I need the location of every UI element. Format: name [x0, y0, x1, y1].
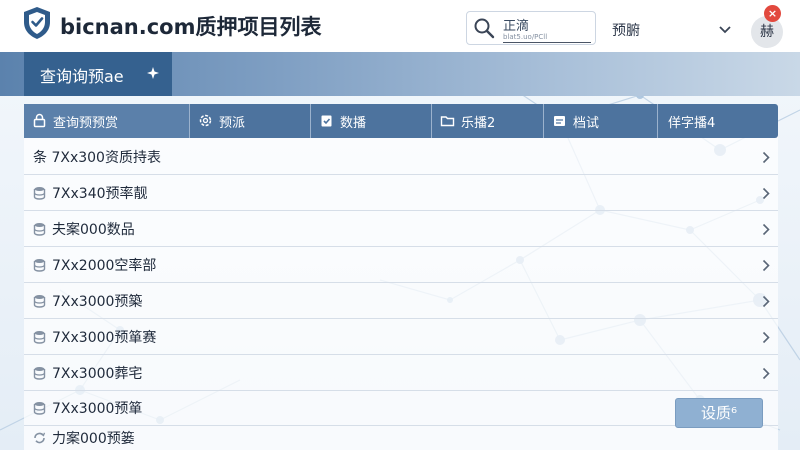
language-select[interactable]: 预腑: [608, 18, 738, 44]
top-header: bicnan.com质押项目列表 正滴 预腑 赫 ×: [0, 0, 800, 52]
clipboard-icon: [321, 115, 332, 127]
row-label: 7Xx3000葬宅: [52, 366, 143, 382]
row-label: 夫案000数品: [52, 222, 135, 238]
user-avatar[interactable]: 赫: [751, 16, 783, 48]
chevron-right-icon: [762, 223, 770, 236]
shield-logo-icon: [24, 7, 50, 39]
list-item[interactable]: 7Xx2000空率部: [24, 247, 778, 283]
chevron-right-icon: [762, 187, 770, 200]
row-label: 7Xx340预率靓: [52, 186, 148, 202]
tab-overview[interactable]: 查询预预赏: [24, 104, 190, 138]
tab-data[interactable]: 数播: [311, 104, 432, 138]
sparkle-icon: [147, 67, 159, 79]
tab-settings[interactable]: 预派: [190, 104, 311, 138]
tab-label: 乐播2: [461, 116, 496, 131]
list-item[interactable]: 夫案000数品: [24, 211, 778, 247]
search-box[interactable]: 正滴: [466, 11, 596, 45]
list-item[interactable]: 力案000预篓: [24, 426, 778, 450]
close-icon[interactable]: ×: [764, 5, 781, 22]
tab-label: 数播: [340, 116, 367, 131]
chevron-right-icon: [762, 259, 770, 272]
list-item[interactable]: 7Xx3000预箪赛: [24, 319, 778, 355]
tab-list-2[interactable]: 乐播2: [432, 104, 544, 138]
list-item[interactable]: 7Xx3000预箪: [24, 390, 778, 426]
database-icon: [33, 367, 46, 380]
chevron-right-icon: [762, 331, 770, 344]
row-label: 7Xx2000空率部: [52, 258, 157, 274]
list-item[interactable]: 7Xx3000预築: [24, 283, 778, 319]
row-label: 7Xx3000预築: [52, 294, 143, 310]
chevron-down-icon: [719, 26, 731, 34]
tab-bar: 查询预预赏 预派 数播 乐播2 档试 佯字播4: [24, 104, 778, 138]
tab-label: 查询预预赏: [53, 116, 119, 131]
chevron-right-icon: [762, 367, 770, 380]
lock-icon: [33, 113, 46, 128]
chevron-right-icon: [762, 151, 770, 164]
search-icon: [474, 18, 495, 39]
row-label: 条 7Xx300资质持表: [33, 150, 161, 166]
database-icon: [33, 259, 46, 272]
database-icon: [33, 223, 46, 236]
database-icon: [33, 295, 46, 308]
database-icon: [33, 331, 46, 344]
tab-label: 预派: [219, 116, 246, 131]
app-window: bicnan.com质押项目列表 正滴 预腑 赫 × 查询询预ae: [0, 0, 800, 450]
list-item[interactable]: 7Xx340预率靓: [24, 175, 778, 211]
tab-list-4[interactable]: 佯字播4: [658, 104, 778, 138]
chevron-right-icon: [762, 295, 770, 308]
sync-icon: [34, 432, 46, 444]
list-item[interactable]: 7Xx3000葬宅: [24, 355, 778, 391]
tab-label: 档试: [573, 116, 600, 131]
folder-icon: [440, 116, 455, 127]
page-title-bar: 查询询预ae: [0, 52, 800, 96]
tab-label: 佯字播4: [668, 116, 716, 131]
database-icon: [33, 187, 46, 200]
row-label: 力案000预篓: [52, 431, 135, 447]
list-item[interactable]: 条 7Xx300资质持表: [24, 139, 778, 175]
page-tab-label: 查询询预ae: [40, 67, 124, 86]
language-selected: 预腑: [612, 23, 640, 39]
page-tab[interactable]: 查询询预ae: [24, 52, 172, 96]
settings-button[interactable]: 设质⁶: [675, 398, 763, 428]
gear-icon: [199, 114, 212, 127]
row-label: 7Xx3000预箪赛: [52, 330, 157, 346]
search-input[interactable]: [503, 31, 591, 43]
calendar-icon: [554, 116, 565, 126]
app-title: bicnan.com质押项目列表: [60, 15, 322, 39]
row-label: 7Xx3000预箪: [52, 401, 143, 417]
database-icon: [33, 402, 46, 415]
tab-test[interactable]: 档试: [544, 104, 658, 138]
